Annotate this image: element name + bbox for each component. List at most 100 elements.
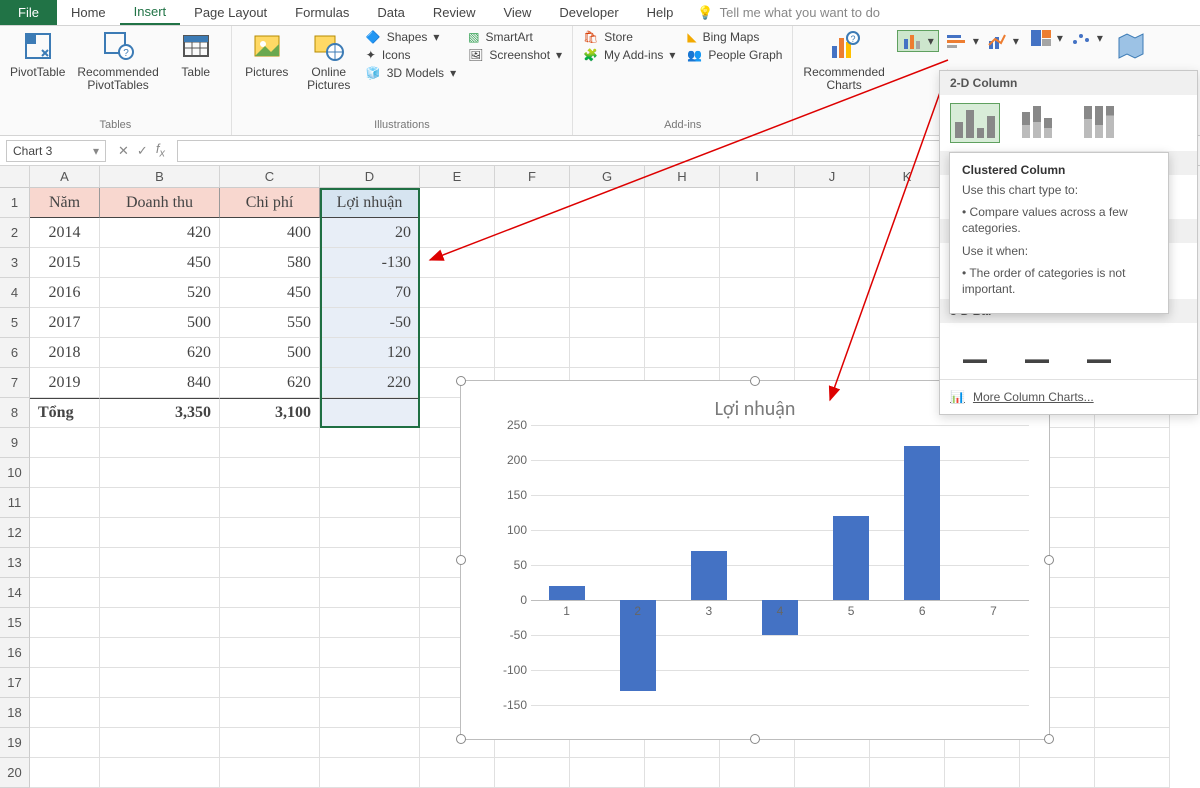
cell[interactable] <box>420 218 495 248</box>
cell[interactable]: 520 <box>100 278 220 308</box>
cell[interactable]: 550 <box>220 308 320 338</box>
cell[interactable]: 2015 <box>30 248 100 278</box>
cell[interactable] <box>570 218 645 248</box>
chart-bar[interactable] <box>904 446 940 600</box>
cell[interactable] <box>220 728 320 758</box>
cell[interactable] <box>795 308 870 338</box>
fx-icon[interactable]: fx <box>156 141 165 160</box>
tell-me-search[interactable]: 💡 Tell me what you want to do <box>687 0 880 25</box>
cell[interactable] <box>320 608 420 638</box>
row-header[interactable]: 13 <box>0 548 30 578</box>
cell[interactable]: 3,350 <box>100 398 220 428</box>
cell[interactable] <box>320 638 420 668</box>
cell[interactable]: Năm <box>30 188 100 218</box>
cell[interactable] <box>220 758 320 788</box>
col-header[interactable]: D <box>320 166 420 188</box>
cell[interactable] <box>645 758 720 788</box>
cell[interactable] <box>30 758 100 788</box>
cell[interactable]: 120 <box>320 338 420 368</box>
cell[interactable] <box>100 728 220 758</box>
shapes-button[interactable]: 🔷Shapes ▾ <box>366 30 456 44</box>
100-stacked-column-thumb[interactable] <box>1074 103 1124 143</box>
icons-button[interactable]: ✦Icons <box>366 48 456 62</box>
cell[interactable] <box>495 758 570 788</box>
cell[interactable] <box>320 518 420 548</box>
tab-formulas[interactable]: Formulas <box>281 0 363 25</box>
recommended-pivottables-button[interactable]: ? Recommended PivotTables <box>77 30 158 92</box>
cell[interactable] <box>220 548 320 578</box>
cell[interactable] <box>220 668 320 698</box>
resize-handle[interactable] <box>456 376 466 386</box>
cell[interactable] <box>100 698 220 728</box>
cell[interactable] <box>420 188 495 218</box>
stacked-column-thumb[interactable] <box>1012 103 1062 143</box>
cell[interactable]: 400 <box>220 218 320 248</box>
cell[interactable] <box>495 338 570 368</box>
cell[interactable] <box>645 188 720 218</box>
cell[interactable] <box>30 638 100 668</box>
row-header[interactable]: 17 <box>0 668 30 698</box>
cell[interactable] <box>795 218 870 248</box>
cell[interactable]: 620 <box>100 338 220 368</box>
row-header[interactable]: 12 <box>0 518 30 548</box>
cell[interactable] <box>570 278 645 308</box>
chart-bar[interactable] <box>833 516 869 600</box>
resize-handle[interactable] <box>1044 734 1054 744</box>
row-header[interactable]: 5 <box>0 308 30 338</box>
col-header[interactable]: K <box>870 166 945 188</box>
cell[interactable]: 2018 <box>30 338 100 368</box>
cell[interactable] <box>495 218 570 248</box>
row-header[interactable]: 19 <box>0 728 30 758</box>
cell[interactable]: 2014 <box>30 218 100 248</box>
row-header[interactable]: 7 <box>0 368 30 398</box>
cell[interactable]: 500 <box>220 338 320 368</box>
cell[interactable] <box>1095 698 1170 728</box>
cell[interactable]: -50 <box>320 308 420 338</box>
cell[interactable]: -130 <box>320 248 420 278</box>
row-header[interactable]: 15 <box>0 608 30 638</box>
cell[interactable] <box>1020 758 1095 788</box>
cell[interactable] <box>220 698 320 728</box>
tab-home[interactable]: Home <box>57 0 120 25</box>
cell[interactable] <box>100 428 220 458</box>
cell[interactable] <box>645 218 720 248</box>
bar-chart-button[interactable]: ▾ <box>947 30 979 52</box>
people-graph-button[interactable]: 👥People Graph <box>687 48 782 62</box>
row-header[interactable]: 16 <box>0 638 30 668</box>
cell[interactable] <box>420 248 495 278</box>
cell[interactable] <box>645 338 720 368</box>
col-header[interactable]: C <box>220 166 320 188</box>
3d-models-button[interactable]: 🧊3D Models ▾ <box>366 66 456 80</box>
cell[interactable]: 450 <box>220 278 320 308</box>
store-button[interactable]: 🛍Store <box>583 30 675 44</box>
tab-file[interactable]: File <box>0 0 57 25</box>
cell[interactable] <box>100 758 220 788</box>
cell[interactable] <box>570 338 645 368</box>
clustered-column-thumb[interactable] <box>950 103 1000 143</box>
cell[interactable] <box>220 518 320 548</box>
cell[interactable]: 220 <box>320 368 420 398</box>
screenshot-button[interactable]: 🖼Screenshot ▾ <box>468 48 562 62</box>
cell[interactable] <box>100 518 220 548</box>
cell[interactable] <box>795 248 870 278</box>
cell[interactable] <box>320 488 420 518</box>
recommended-charts-button[interactable]: ? Recommended Charts <box>803 30 884 92</box>
cell[interactable] <box>320 578 420 608</box>
chart-bar[interactable] <box>549 586 585 600</box>
cell[interactable] <box>1095 548 1170 578</box>
tab-developer[interactable]: Developer <box>545 0 632 25</box>
col-header[interactable]: G <box>570 166 645 188</box>
cell[interactable]: Doanh thu <box>100 188 220 218</box>
cell[interactable] <box>720 758 795 788</box>
cell[interactable] <box>495 248 570 278</box>
chart-bar[interactable] <box>691 551 727 600</box>
cell[interactable] <box>320 728 420 758</box>
cell[interactable] <box>720 308 795 338</box>
cell[interactable]: 3,100 <box>220 398 320 428</box>
row-header[interactable]: 20 <box>0 758 30 788</box>
row-header[interactable]: 4 <box>0 278 30 308</box>
cancel-icon[interactable]: ✕ <box>118 143 129 159</box>
cell[interactable] <box>320 698 420 728</box>
cell[interactable]: 620 <box>220 368 320 398</box>
cell[interactable] <box>30 608 100 638</box>
